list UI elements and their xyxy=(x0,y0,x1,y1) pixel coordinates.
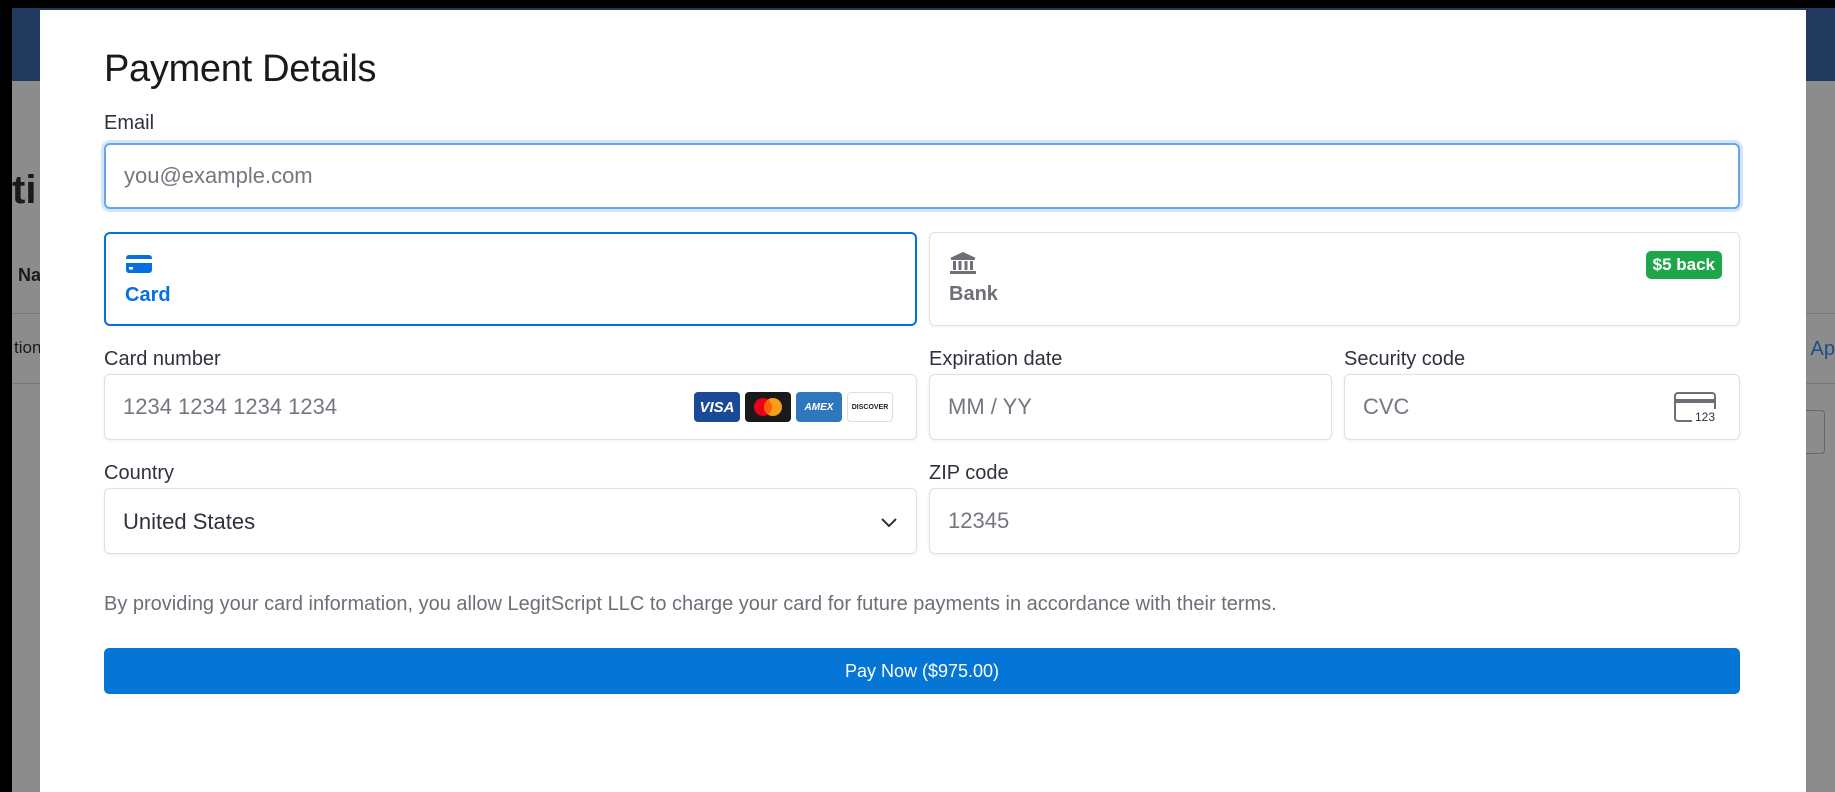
cvc-icon-text: 123 xyxy=(1695,410,1715,424)
card-number-label: Card number xyxy=(104,348,221,370)
bank-icon xyxy=(950,252,976,274)
background-heading: ti xyxy=(12,168,37,212)
payment-method-tab-card[interactable]: Card xyxy=(104,232,917,326)
amex-logo-icon: AMEX xyxy=(796,392,842,422)
payment-method-tab-bank[interactable]: Bank $5 back xyxy=(929,232,1740,326)
background-column-header: Na xyxy=(18,265,42,285)
payment-modal: Payment Details Email Card Bank $5 back … xyxy=(40,10,1806,792)
chevron-down-icon xyxy=(881,518,897,528)
card-brand-logos: VISA AMEX DISCOVER xyxy=(694,392,893,422)
visa-logo-icon: VISA xyxy=(694,392,740,422)
country-select-value: United States xyxy=(123,509,256,534)
security-code-label: Security code xyxy=(1344,348,1466,370)
zip-code-label: ZIP code xyxy=(929,462,1009,484)
expiration-input[interactable] xyxy=(929,374,1332,440)
discover-logo-icon: DISCOVER xyxy=(847,392,893,422)
cvc-card-icon: 123 xyxy=(1674,392,1719,424)
email-label: Email xyxy=(104,112,155,134)
expiration-label: Expiration date xyxy=(929,348,1063,370)
cashback-badge: $5 back xyxy=(1645,251,1722,279)
tab-label-card: Card xyxy=(125,284,171,306)
tab-label-bank: Bank xyxy=(949,283,998,305)
email-input[interactable] xyxy=(104,143,1740,209)
country-label: Country xyxy=(104,462,175,484)
mastercard-logo-icon xyxy=(745,392,791,422)
credit-card-icon xyxy=(126,255,152,273)
background-row-text: tion xyxy=(14,338,42,357)
page-title: Payment Details xyxy=(104,48,377,90)
card-authorization-notice: By providing your card information, you … xyxy=(104,593,1277,615)
zip-code-input[interactable] xyxy=(929,488,1740,554)
country-select[interactable]: United States xyxy=(104,488,917,554)
pay-now-button[interactable]: Pay Now ($975.00) xyxy=(104,648,1740,694)
